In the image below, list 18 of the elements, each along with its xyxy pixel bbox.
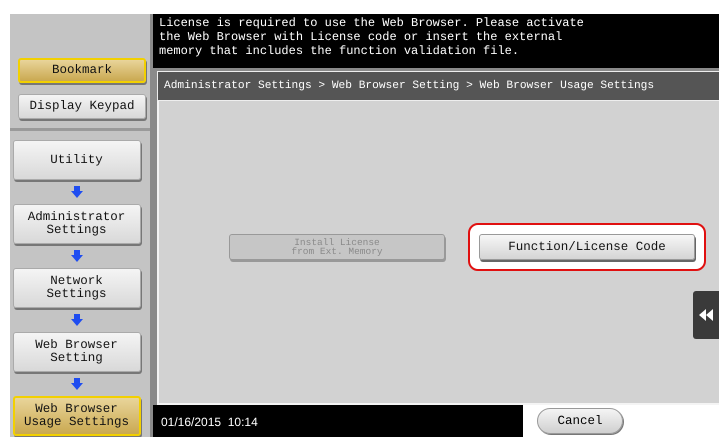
menu-path-button[interactable]: Web Browser Setting (12, 332, 140, 372)
menu-path-button[interactable]: Web Browser Usage Settings (12, 396, 140, 436)
breadcrumb: Administrator Settings > Web Browser Setting > Web Browser Usage Settings (157, 71, 719, 101)
action-button[interactable]: Function/License Code (479, 234, 695, 260)
sidebar-button[interactable]: Display Keypad (18, 94, 146, 119)
date-time: 01/16/2015 10:14 (153, 405, 523, 437)
menu-path-button[interactable]: Network Settings (12, 268, 140, 308)
menu-path-button[interactable]: Administrator Settings (12, 204, 140, 244)
down-arrow-icon (70, 186, 82, 198)
menu-path-button[interactable]: Utility (12, 140, 140, 180)
down-arrow-icon (70, 314, 82, 326)
down-arrow-icon (70, 378, 82, 390)
cancel-button[interactable]: Cancel (537, 408, 623, 434)
down-arrow-icon (70, 250, 82, 262)
double-left-arrow-icon (699, 309, 713, 321)
license-message: License is required to use the Web Browser. Please activate the Web Browser with License code or insert the external memory that includes the function validation file. (153, 14, 719, 68)
sidebar-button[interactable]: Bookmark (18, 58, 146, 83)
side-tab-button[interactable] (693, 291, 719, 339)
